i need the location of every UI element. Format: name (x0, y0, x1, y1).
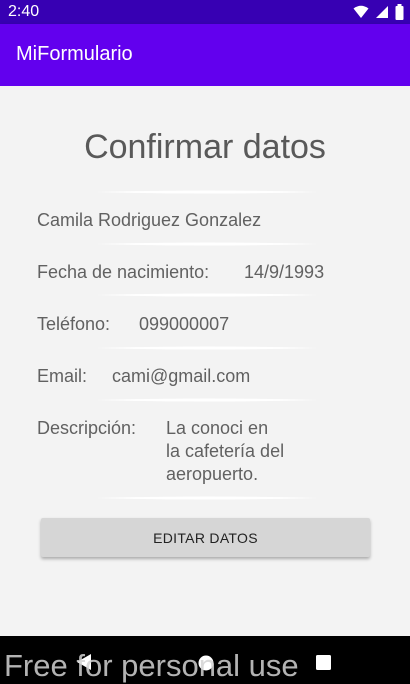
description-line: la cafetería del (166, 441, 285, 461)
email-value: cami@gmail.com (112, 366, 251, 386)
wifi-icon (353, 5, 369, 19)
divider (96, 241, 318, 247)
description-line: aeropuerto. (166, 464, 259, 484)
divider (96, 345, 318, 351)
birth-label: Fecha de nacimiento: (37, 262, 210, 282)
navigation-bar (0, 636, 410, 684)
edit-data-button[interactable]: EDITAR DATOS (41, 518, 370, 557)
battery-icon (395, 4, 404, 20)
phone-value: 099000007 (139, 314, 230, 334)
status-icons (353, 4, 404, 20)
email-label: Email: (37, 366, 88, 386)
app-bar: MiFormulario (0, 24, 410, 86)
divider (96, 397, 318, 403)
confirm-form: Confirmar datos Camila Rodriguez Gonzale… (0, 86, 410, 636)
divider (96, 495, 318, 501)
back-icon[interactable] (76, 653, 92, 676)
birth-value: 14/9/1993 (244, 262, 325, 282)
status-bar: 2:40 (0, 0, 410, 24)
description-line: La conoci en (166, 418, 269, 438)
description-label: Descripción: (37, 418, 137, 438)
phone-label: Teléfono: (37, 314, 111, 334)
divider (96, 292, 318, 298)
divider (96, 189, 318, 195)
name-value: Camila Rodriguez Gonzalez (37, 210, 262, 230)
signal-icon (375, 5, 389, 19)
app-title: MiFormulario (16, 43, 133, 65)
home-icon[interactable] (198, 655, 214, 676)
page-title: Confirmar datos (84, 128, 326, 166)
recents-icon[interactable] (316, 655, 331, 675)
status-time: 2:40 (8, 3, 40, 20)
